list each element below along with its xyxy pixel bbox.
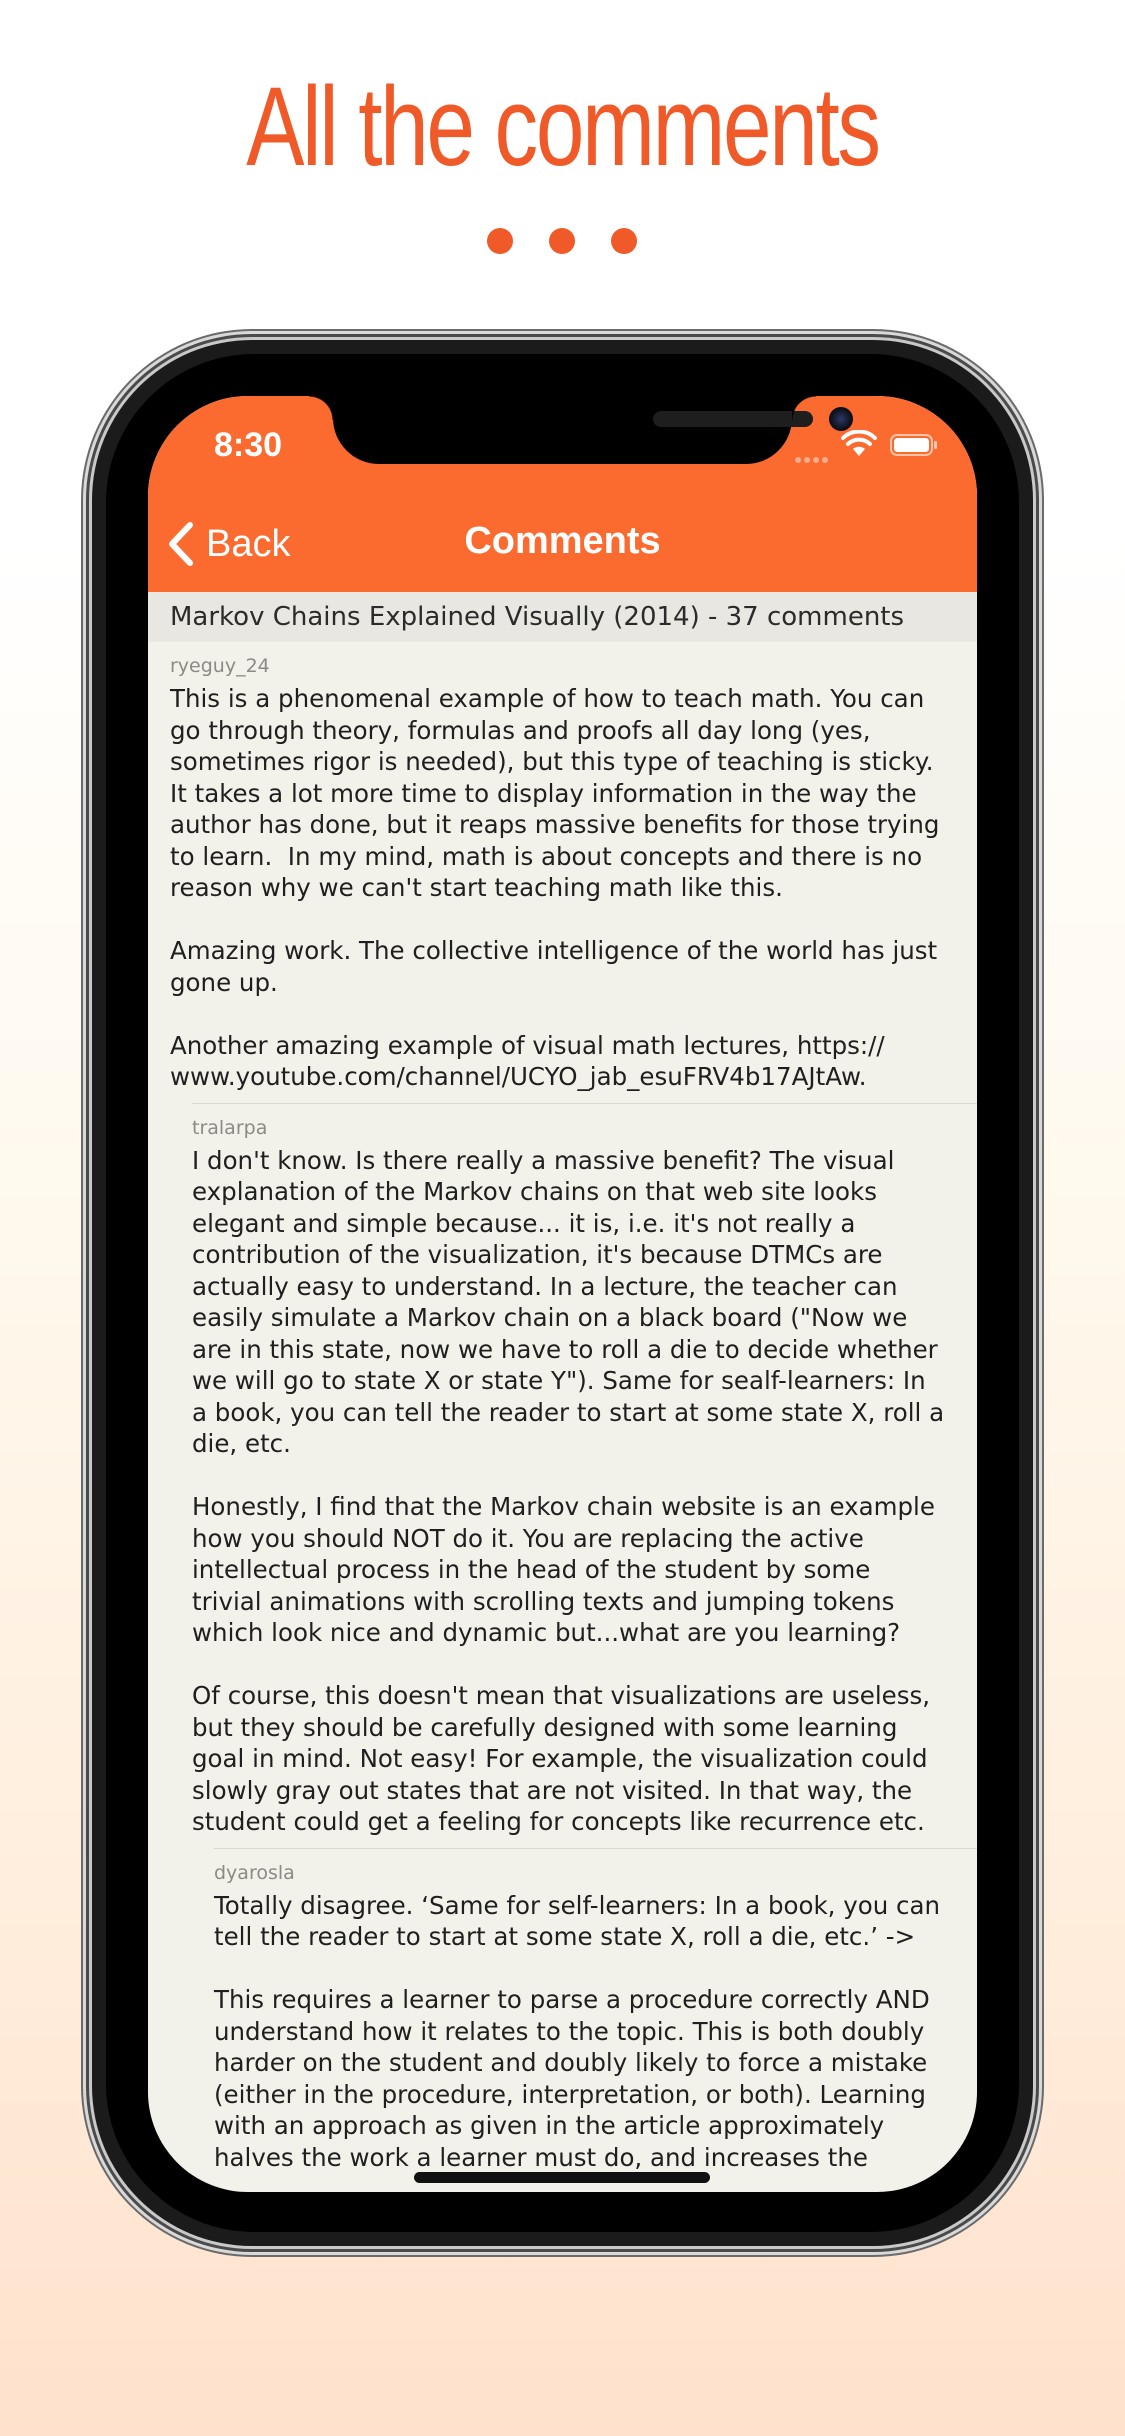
status-time: 8:30 — [214, 426, 283, 464]
phone-power-button — [1033, 778, 1041, 992]
pager-dots — [0, 228, 1125, 258]
pager-dot — [549, 228, 575, 254]
pager-dot — [487, 228, 513, 254]
page-headline: All the comments — [246, 64, 881, 189]
front-camera — [829, 407, 853, 431]
comment-item[interactable]: tralarpa I don't know. Is there really a … — [148, 1104, 977, 1848]
nav-title: Comments — [464, 520, 661, 562]
phone-volume-up-button — [84, 738, 92, 876]
comment-item[interactable]: ryeguy_24 This is a phenomenal example of… — [148, 642, 977, 1103]
comment-author[interactable]: tralarpa — [192, 1104, 977, 1139]
comment-list[interactable]: ryeguy_24 This is a phenomenal example of… — [148, 642, 977, 2183]
comment-text: This is a phenomenal example of how to t… — [170, 684, 940, 1091]
story-header: Markov Chains Explained Visually (2014) … — [148, 592, 977, 642]
notch — [309, 396, 853, 464]
home-indicator[interactable] — [414, 2172, 710, 2183]
comment-text: Totally disagree. ‘Same for self-learner… — [214, 1890, 941, 2172]
comment-author[interactable]: ryeguy_24 — [170, 642, 977, 677]
comment-text: I don't know. Is there really a massive … — [192, 1145, 945, 1837]
battery-icon — [890, 434, 937, 456]
comment-author[interactable]: dyarosla — [214, 1849, 977, 1884]
phone-volume-down-button — [84, 908, 92, 1046]
phone-mute-switch — [84, 596, 92, 666]
comment-item[interactable]: dyarosla Totally disagree. ‘Same for self… — [148, 1849, 977, 2184]
phone-screen: 8:30 Back Comments Markov Chains Explain… — [148, 396, 977, 2192]
wifi-icon — [841, 430, 877, 456]
speaker-grille — [653, 411, 813, 427]
cellular-signal-icon — [795, 448, 831, 463]
pager-dot — [611, 228, 637, 254]
